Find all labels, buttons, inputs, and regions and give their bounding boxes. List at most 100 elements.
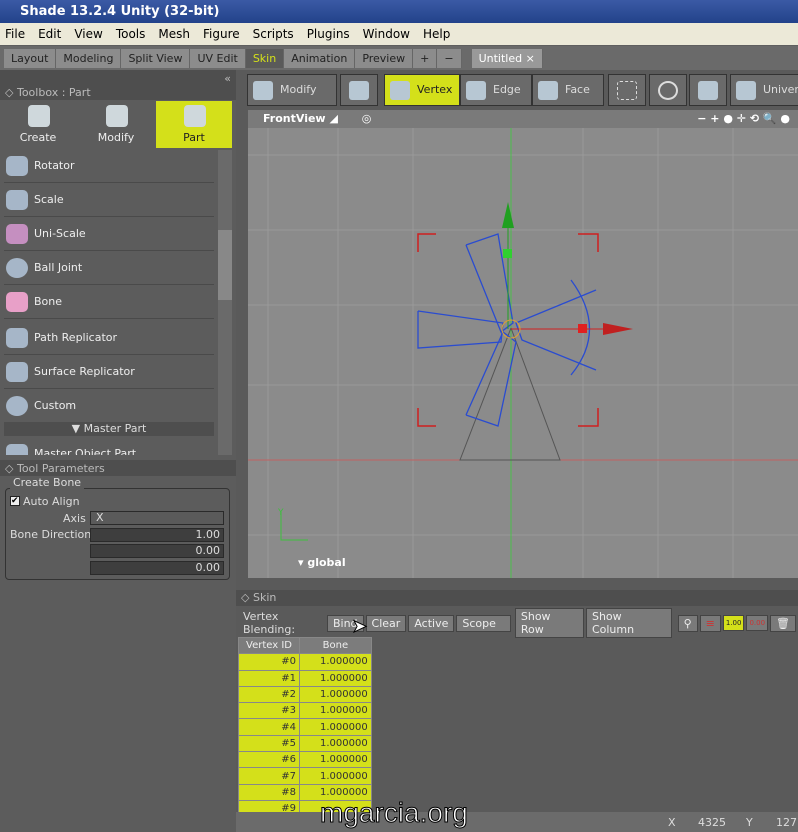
scope-dropdown[interactable]: Scope xyxy=(456,614,511,632)
vertex-id-cell[interactable]: #7 xyxy=(238,767,300,785)
vertex-mode-button[interactable]: Vertex xyxy=(384,74,460,106)
mode-create-button[interactable]: Create xyxy=(0,101,76,148)
column-vertex-id[interactable]: Vertex ID xyxy=(238,636,300,655)
axis-dropdown[interactable]: X xyxy=(90,511,224,525)
menu-scripts[interactable]: Scripts xyxy=(253,27,294,45)
clear-button[interactable]: Clear xyxy=(365,614,407,632)
close-icon[interactable]: × xyxy=(526,52,535,65)
menu-window[interactable]: Window xyxy=(363,27,410,45)
mode-modify-button[interactable]: Modify xyxy=(78,101,154,148)
scrollbar[interactable] xyxy=(218,150,232,455)
clear-weight-button[interactable]: 0.00 xyxy=(746,615,769,631)
y-handle[interactable] xyxy=(503,249,512,258)
vertex-id-cell[interactable]: #6 xyxy=(238,751,300,769)
bone-weight-cell[interactable]: 1.000000 xyxy=(299,718,372,736)
list-item-surface-replicator[interactable]: Surface Replicator xyxy=(4,356,214,389)
active-button[interactable]: Active xyxy=(408,614,455,632)
x-arrow-icon[interactable] xyxy=(603,323,633,335)
list-item-path-replicator[interactable]: Path Replicator xyxy=(4,322,214,355)
list-item-uni-scale[interactable]: Uni-Scale xyxy=(4,218,214,251)
vertex-id-cell[interactable]: #8 xyxy=(238,783,300,801)
tab-preview[interactable]: Preview xyxy=(355,48,414,68)
bone-weight-cell[interactable]: 1.000000 xyxy=(299,685,372,704)
vertex-id-cell[interactable]: #5 xyxy=(238,734,300,753)
trash-icon[interactable]: 🗑 xyxy=(770,614,797,632)
soft-select-button[interactable] xyxy=(689,74,727,106)
universal-manipulator-button[interactable]: Univers xyxy=(730,74,798,106)
bone-weight-cell[interactable]: 1.000000 xyxy=(299,751,372,769)
auto-align-checkbox[interactable]: ✔ xyxy=(10,496,20,506)
table-row[interactable]: #5 1.000000 xyxy=(238,734,372,753)
list-item-rotator[interactable]: Rotator xyxy=(4,150,214,183)
remove-tab-button[interactable]: − xyxy=(437,48,462,68)
document-tab[interactable]: Untitled × xyxy=(471,48,543,68)
view-controls[interactable]: − + ● ✛ ⟲ 🔍 ● xyxy=(697,112,790,125)
bone-direction-x[interactable]: 1.00 xyxy=(90,528,224,542)
add-tab-button[interactable]: + xyxy=(413,48,438,68)
show-column-dropdown[interactable]: Show Column xyxy=(585,608,672,638)
selection-rect-button[interactable] xyxy=(608,74,646,106)
table-row[interactable]: #7 1.000000 xyxy=(238,767,372,785)
table-row[interactable]: #6 1.000000 xyxy=(238,751,372,769)
tab-skin[interactable]: Skin xyxy=(245,48,285,68)
face-mode-button[interactable]: Face xyxy=(532,74,604,106)
scrollbar-thumb[interactable] xyxy=(218,230,232,300)
list-item-master-object-part[interactable]: Master Object Part xyxy=(4,438,214,455)
camera-button[interactable] xyxy=(340,74,378,106)
tab-modeling[interactable]: Modeling xyxy=(56,48,122,68)
y-arrow-icon[interactable] xyxy=(502,202,514,228)
rotate-button[interactable] xyxy=(649,74,687,106)
gizmo-y-label: Y xyxy=(278,508,284,518)
list-item-ball-joint[interactable]: Ball Joint xyxy=(4,252,214,285)
table-row[interactable]: #2 1.000000 xyxy=(238,685,372,704)
list-item-bone[interactable]: Bone xyxy=(4,286,214,319)
bone-weight-cell[interactable]: 1.000000 xyxy=(299,669,372,687)
menu-figure[interactable]: Figure xyxy=(203,27,240,45)
bone-direction-z[interactable]: 0.00 xyxy=(90,561,224,575)
vertex-id-cell[interactable]: #2 xyxy=(238,685,300,704)
vertex-id-cell[interactable]: #0 xyxy=(238,653,300,671)
weight-list-icon[interactable]: ≡ xyxy=(699,614,721,632)
eyedropper-icon[interactable]: ⚲ xyxy=(677,614,698,632)
menu-edit[interactable]: Edit xyxy=(38,27,61,45)
tab-split-view[interactable]: Split View xyxy=(121,48,191,68)
space-dropdown[interactable]: ▾ global xyxy=(298,556,346,569)
master-part-section[interactable]: ▼ Master Part xyxy=(4,422,214,436)
x-handle[interactable] xyxy=(578,324,587,333)
viewport-canvas[interactable] xyxy=(248,110,798,578)
tab-animation[interactable]: Animation xyxy=(284,48,356,68)
pen-icon xyxy=(28,105,50,127)
vertex-id-cell[interactable]: #1 xyxy=(238,669,300,687)
vertex-id-cell[interactable]: #3 xyxy=(238,702,300,720)
table-row[interactable]: #0 1.000000 xyxy=(238,653,372,671)
list-item-scale[interactable]: Scale xyxy=(4,184,214,217)
menu-help[interactable]: Help xyxy=(423,27,450,45)
modify-tool-button[interactable]: Modify xyxy=(247,74,337,106)
collapse-icon[interactable]: « xyxy=(0,70,236,85)
column-bone[interactable]: Bone xyxy=(299,636,372,655)
mode-part-button[interactable]: Part xyxy=(156,101,232,148)
tab-layout[interactable]: Layout xyxy=(4,48,57,68)
menu-tools[interactable]: Tools xyxy=(116,27,146,45)
table-row[interactable]: #3 1.000000 xyxy=(238,702,372,720)
show-row-dropdown[interactable]: Show Row xyxy=(514,608,584,638)
table-row[interactable]: #4 1.000000 xyxy=(238,718,372,736)
target-icon[interactable]: ◎ xyxy=(362,112,372,125)
bone-direction-y[interactable]: 0.00 xyxy=(90,544,224,558)
bone-weight-cell[interactable]: 1.000000 xyxy=(299,767,372,785)
vertex-id-cell[interactable]: #4 xyxy=(238,718,300,736)
menu-mesh[interactable]: Mesh xyxy=(158,27,190,45)
edge-mode-button[interactable]: Edge xyxy=(460,74,532,106)
front-viewport[interactable]: FrontView ◢ ◎ − + ● ✛ ⟲ 🔍 ● Y ▾ global xyxy=(248,110,798,578)
bone-weight-cell[interactable]: 1.000000 xyxy=(299,653,372,671)
table-row[interactable]: #1 1.000000 xyxy=(238,669,372,687)
tab-uv-edit[interactable]: UV Edit xyxy=(190,48,246,68)
list-item-custom[interactable]: Custom xyxy=(4,390,214,423)
menu-file[interactable]: File xyxy=(5,27,25,45)
menu-plugins[interactable]: Plugins xyxy=(307,27,350,45)
bone-weight-cell[interactable]: 1.000000 xyxy=(299,734,372,753)
set-weight-button[interactable]: 1.00 xyxy=(722,615,745,631)
menu-view[interactable]: View xyxy=(74,27,102,45)
view-name-dropdown[interactable]: FrontView xyxy=(263,112,326,125)
bone-weight-cell[interactable]: 1.000000 xyxy=(299,702,372,720)
